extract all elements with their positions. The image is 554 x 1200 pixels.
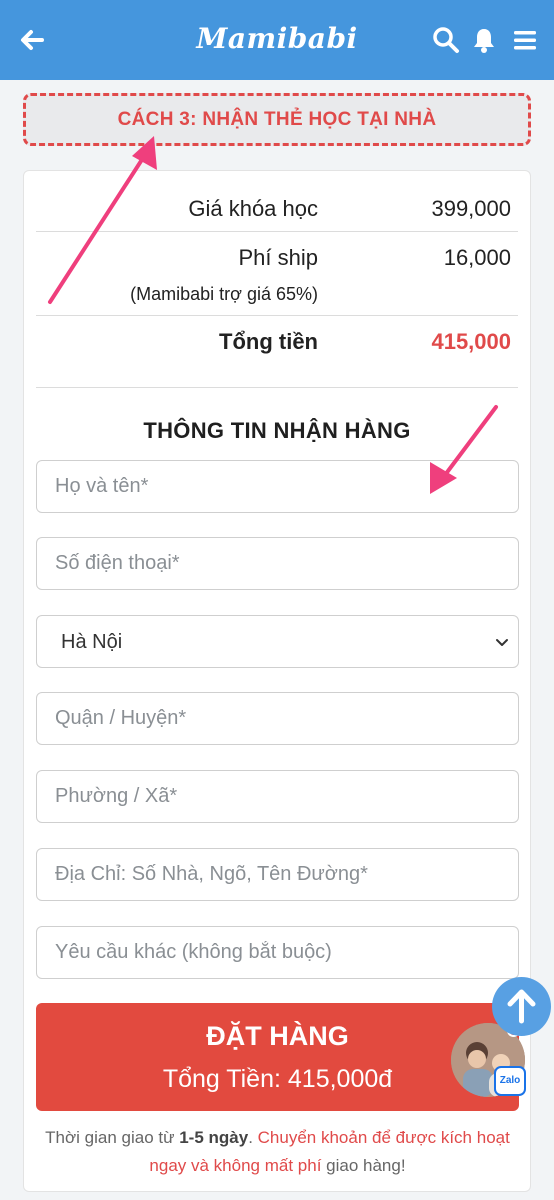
city-select[interactable]: Hà Nội <box>36 615 519 668</box>
note-text: Thời gian giao từ <box>45 1128 180 1147</box>
course-price-label: Giá khóa học <box>188 196 318 221</box>
shipping-info-title: THÔNG TIN NHẬN HÀNG <box>143 418 411 443</box>
divider <box>36 231 518 232</box>
bell-icon[interactable] <box>470 26 498 54</box>
scroll-to-top-button[interactable] <box>492 977 551 1036</box>
city-select-value: Hà Nội <box>61 631 123 653</box>
menu-icon[interactable] <box>511 26 539 54</box>
note-text: giao hàng! <box>321 1156 406 1175</box>
delivery-note: Thời gian giao từ 1-5 ngày. Chuyển khoản… <box>36 1124 519 1180</box>
ship-subsidy-note: (Mamibabi trợ giá 65%) <box>130 284 318 304</box>
divider <box>36 315 518 316</box>
zalo-icon[interactable]: Zalo <box>494 1066 526 1096</box>
place-order-label: ĐẶT HÀNG <box>206 1021 349 1051</box>
district-input[interactable] <box>36 692 519 745</box>
phone-input[interactable] <box>36 537 519 590</box>
full-name-input[interactable] <box>36 460 519 513</box>
chevron-down-icon <box>496 639 508 646</box>
note-text: . <box>248 1128 258 1147</box>
delivery-method-title: CÁCH 3: NHẬN THẺ HỌC TẠI NHÀ <box>117 109 437 130</box>
ship-fee-value: 16,000 <box>443 245 511 270</box>
divider <box>36 387 518 388</box>
place-order-button[interactable]: ĐẶT HÀNG Tổng Tiền: 415,000đ <box>36 1003 519 1111</box>
total-value: 415,000 <box>431 329 511 354</box>
delivery-method-banner: CÁCH 3: NHẬN THẺ HỌC TẠI NHÀ <box>23 93 531 146</box>
address-input[interactable] <box>36 848 519 901</box>
arrow-up-icon <box>507 989 536 1024</box>
search-icon[interactable] <box>432 26 460 54</box>
other-request-input[interactable] <box>36 926 519 979</box>
top-app-bar: Mamibabi <box>0 0 554 80</box>
ship-fee-label: Phí ship <box>238 245 319 270</box>
total-label: Tổng tiền <box>219 329 318 354</box>
course-price-value: 399,000 <box>431 196 511 221</box>
ward-input[interactable] <box>36 770 519 823</box>
note-days: 1-5 ngày <box>179 1128 249 1147</box>
order-total-label: Tổng Tiền: 415,000đ <box>162 1065 393 1093</box>
